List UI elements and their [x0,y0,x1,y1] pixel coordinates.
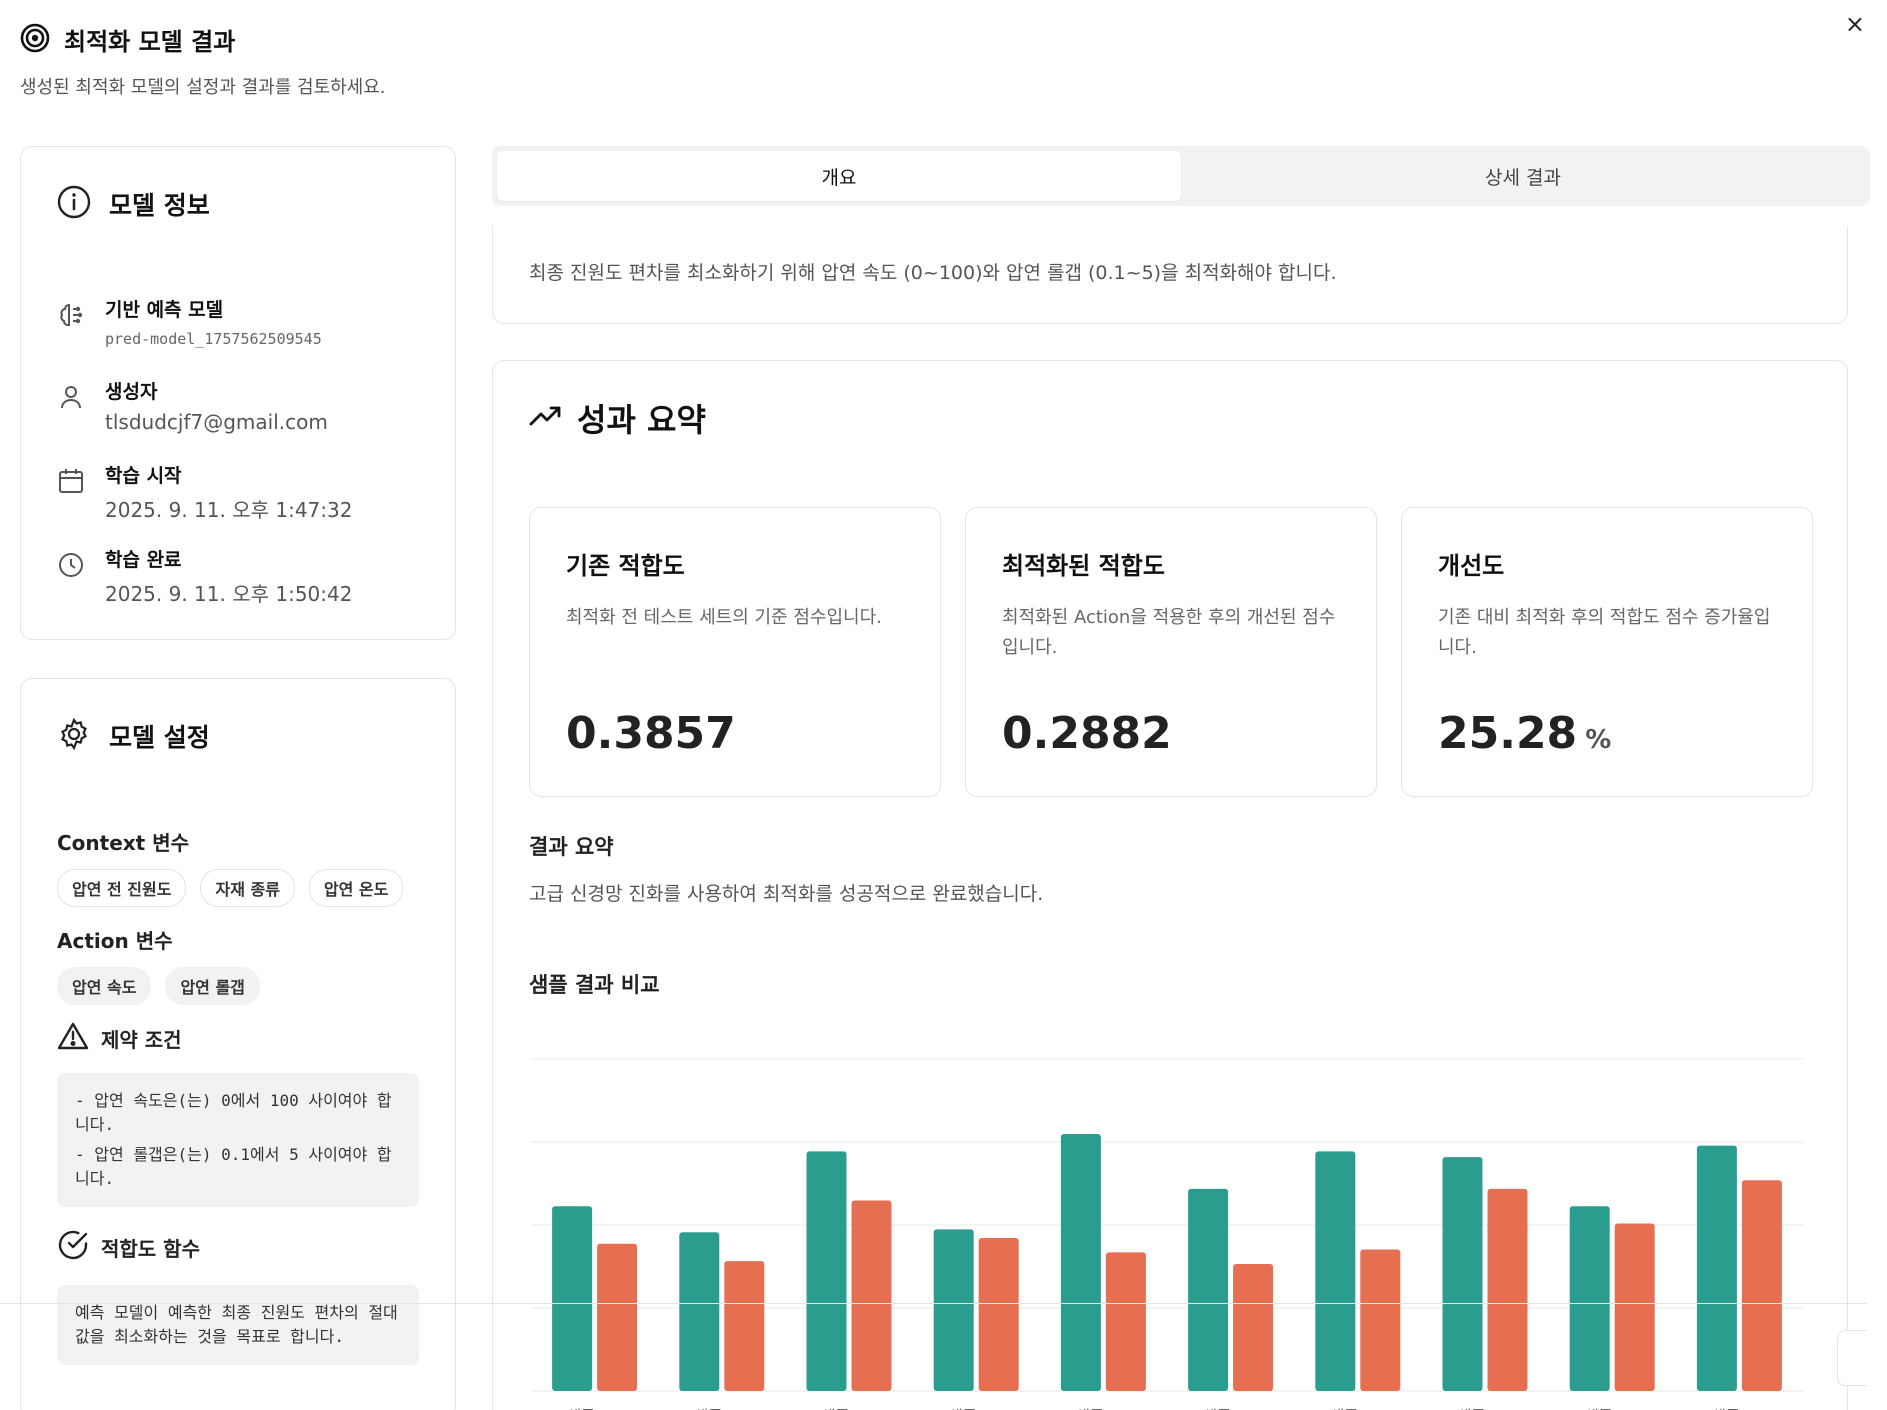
metric-card-improvement: 개선도 기존 대비 최적화 후의 적합도 점수 증가율입니다. 25.28% [1401,507,1813,797]
fitness-text: 예측 모델이 예측한 최종 진원도 편차의 절대값을 최소화하는 것을 목표로 … [75,1303,398,1346]
metric-card-optimized: 최적화된 적합도 최적화된 Action을 적용한 후의 개선된 점수입니다. … [965,507,1377,797]
check-circle-icon [57,1229,89,1265]
fitness-header: 적합도 함수 [57,1229,200,1265]
model-settings-title: 모델 설정 [109,723,210,752]
constraints-header: 제약 조건 [57,1021,182,1055]
dialog-header: 최적화 모델 결과 생성된 최적화 모델의 설정과 결과를 검토하세요. [20,22,386,99]
chart-bar-actual [933,1229,974,1391]
chart-bar-predicted [1741,1180,1782,1391]
target-icon [20,23,50,57]
chart-bar-actual [1315,1151,1356,1391]
tab-detail-results[interactable]: 상세 결과 [1181,151,1865,201]
sample-comparison-chart: 샘플 #0샘플 #1샘플 #2샘플 #3샘플 #4샘플 #5샘플 #6샘플 #7… [513,1031,1833,1410]
context-vars-list: 압연 전 진원도 자재 종류 압연 온도 [57,869,404,907]
tab-overview[interactable]: 개요 [497,151,1181,201]
description-text: 최종 진원도 편차를 최소화하기 위해 압연 속도 (0~100)와 압연 롤갭… [529,262,1337,284]
constraint-line: - 압연 속도은(는) 0에서 100 사이여야 합니다. [75,1091,392,1134]
description-card: 최종 진원도 편차를 최소화하기 위해 압연 속도 (0~100)와 압연 롤갭… [492,226,1848,324]
chart-bar-predicted [851,1200,892,1391]
close-icon[interactable]: × [1845,10,1865,38]
constraints-label: 제약 조건 [101,1027,182,1052]
performance-card: 성과 요약 기존 적합도 최적화 전 테스트 세트의 기준 점수입니다. 0.3… [492,360,1848,1410]
metric-card-baseline: 기존 적합도 최적화 전 테스트 세트의 기준 점수입니다. 0.3857 [529,507,941,797]
chart-bar-actual [806,1151,847,1391]
context-var-chip: 자재 종류 [200,869,295,907]
warning-icon [57,1021,89,1055]
chart-bar-actual [1696,1145,1737,1391]
chart-bar-actual [1060,1134,1101,1391]
chart-title: 샘플 결과 비교 [529,973,660,997]
info-icon [57,185,91,223]
metric-desc: 기존 대비 최적화 후의 적합도 점수 증가율입니다. [1438,607,1771,658]
info-label: 기반 예측 모델 [105,299,224,321]
chart-bar-predicted [724,1261,765,1391]
model-info-card: 모델 정보 기반 예측 모델 pred-model_1757562509545 … [20,146,456,640]
footer-divider [0,1303,1867,1304]
metric-desc: 최적화 전 테스트 세트의 기준 점수입니다. [566,607,882,628]
info-value: 2025. 9. 11. 오후 1:50:42 [105,582,353,606]
brain-icon [57,301,85,329]
clock-icon [57,551,85,579]
result-summary-text: 고급 신경망 진화를 사용하여 최적화를 성공적으로 완료했습니다. [529,883,1044,905]
performance-title: 성과 요약 [577,401,706,439]
chart-bar-actual [1569,1206,1610,1391]
calendar-icon [57,467,85,495]
metric-title: 개선도 [1438,552,1505,580]
bar-chart-svg: 샘플 #0샘플 #1샘플 #2샘플 #3샘플 #4샘플 #5샘플 #6샘플 #7… [531,1058,1803,1410]
chart-bar-predicted [597,1243,638,1391]
action-vars-list: 압연 속도 압연 롤갭 [57,967,260,1005]
metric-value: 0.3857 [566,708,736,759]
fitness-box: 예측 모델이 예측한 최종 진원도 편차의 절대값을 최소화하는 것을 목표로 … [57,1285,419,1365]
info-item-creator: 생성자 tlsdudcjf7@gmail.com [57,377,328,434]
tab-bar: 개요 상세 결과 [492,146,1870,206]
chart-bar-predicted [1233,1263,1274,1391]
constraints-box: - 압연 속도은(는) 0에서 100 사이여야 합니다. - 압연 롤갭은(는… [57,1073,419,1207]
context-var-chip: 압연 온도 [308,869,404,907]
gear-icon [57,717,91,755]
info-item-train-end: 학습 완료 2025. 9. 11. 오후 1:50:42 [57,545,352,607]
footer-action-button[interactable] [1837,1330,1867,1386]
chart-bar-actual [552,1206,593,1391]
constraint-line: - 압연 롤갭은(는) 0.1에서 5 사이여야 합니다. [75,1145,392,1188]
metric-value: 0.2882 [1002,708,1172,759]
metric-desc: 최적화된 Action을 적용한 후의 개선된 점수입니다. [1002,607,1336,658]
chart-bar-actual [1442,1157,1483,1391]
user-icon [57,383,85,411]
chart-bar-predicted [1614,1223,1655,1391]
metric-number: 0.3857 [566,708,736,759]
chart-bar-actual [679,1232,720,1391]
info-label: 학습 시작 [105,465,182,487]
trending-up-icon [529,404,563,432]
info-item-base-model: 기반 예측 모델 pred-model_1757562509545 [57,295,322,348]
metric-title: 최적화된 적합도 [1002,552,1165,580]
metric-number: 0.2882 [1002,708,1172,759]
metric-unit: % [1585,725,1612,755]
dialog-title: 최적화 모델 결과 [64,28,236,56]
info-value: 2025. 9. 11. 오후 1:47:32 [105,498,353,522]
result-summary-title: 결과 요약 [529,835,614,859]
chart-bar-predicted [1487,1188,1528,1391]
model-info-title: 모델 정보 [109,191,210,220]
metric-number: 25.28 [1438,708,1578,759]
chart-bar-actual [1188,1188,1229,1391]
metric-value: 25.28% [1438,708,1611,759]
context-vars-label: Context 변수 [57,831,190,855]
info-value: pred-model_1757562509545 [105,330,322,348]
chart-bar-predicted [1360,1249,1401,1391]
chart-bar-predicted [1105,1252,1146,1391]
info-label: 학습 완료 [105,549,182,571]
info-label: 생성자 [105,381,158,403]
dialog-subtitle: 생성된 최적화 모델의 설정과 결과를 검토하세요. [20,77,386,98]
action-var-chip: 압연 속도 [57,967,152,1005]
chart-bar-predicted [978,1237,1019,1391]
context-var-chip: 압연 전 진원도 [57,869,187,907]
info-item-train-start: 학습 시작 2025. 9. 11. 오후 1:47:32 [57,461,352,523]
model-settings-card: 모델 설정 Context 변수 압연 전 진원도 자재 종류 압연 온도 Ac… [20,678,456,1410]
action-var-chip: 압연 롤갭 [165,967,260,1005]
metric-title: 기존 적합도 [566,552,685,580]
action-vars-label: Action 변수 [57,929,173,953]
fitness-label: 적합도 함수 [101,1236,200,1261]
info-value: tlsdudcjf7@gmail.com [105,410,328,434]
